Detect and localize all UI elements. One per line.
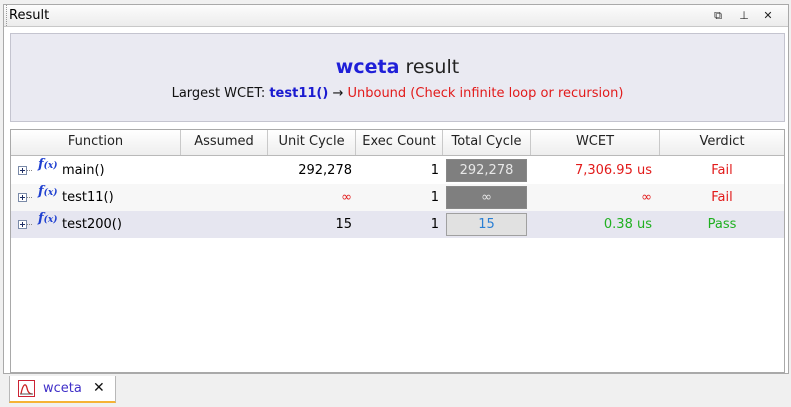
restore-icon[interactable]: ⧉ [710,8,726,24]
view-grip [4,5,7,26]
verdict-cell: Fail [711,163,733,178]
expand-icon[interactable] [18,193,27,202]
function-icon: f(x) [38,184,58,199]
exec-count-cell: 1 [430,217,439,232]
assumed-cell [181,157,268,184]
close-view-icon[interactable]: ✕ [760,8,776,24]
total-cycle-value: 15 [446,213,527,236]
total-cycle-cell: 15 [443,211,531,238]
col-function[interactable]: Function [11,130,181,155]
function-name: test200() [62,217,122,232]
result-header: wceta result Largest WCET: test11() → Un… [10,33,785,122]
tree-connector [27,197,32,198]
unit-cycle-cell: ∞ [341,190,352,205]
verdict-cell: Pass [707,217,737,232]
col-assumed[interactable]: Assumed [181,130,268,155]
expand-icon[interactable] [18,166,27,175]
exec-count-cell: 1 [430,163,439,178]
col-verdict[interactable]: Verdict [660,130,784,155]
function-name: main() [62,163,105,178]
result-table: Function Assumed Unit Cycle Exec Count T… [10,129,785,373]
table-row[interactable]: f(x) main() 292,278 1 292,278 7,306.95 u… [11,157,784,184]
total-cycle-cell: 292,278 [443,157,531,184]
function-icon: f(x) [38,157,58,172]
wceta-chart-icon [18,380,35,397]
col-unit-cycle[interactable]: Unit Cycle [268,130,356,155]
heading-rest: result [399,56,460,78]
view-titlebar: Result ⧉ ⊥ ✕ [4,5,788,27]
tab-wceta[interactable]: wceta ✕ [9,376,116,403]
editor-tab-bar: wceta ✕ [0,376,791,407]
expand-icon[interactable] [18,220,27,229]
wcet-cell: 0.38 us [603,217,652,232]
table-row[interactable]: f(x) test200() 15 1 15 0.38 us Pass [11,211,784,238]
view-title: Result [9,8,50,23]
largest-wcet-line: Largest WCET: test11() → Unbound (Check … [11,86,784,101]
total-cycle-value: ∞ [446,186,527,209]
function-icon: f(x) [38,211,58,226]
tool-name: wceta [335,56,400,78]
result-view: Result ⧉ ⊥ ✕ wceta result Largest WCET: … [3,4,789,374]
largest-wcet-label: Largest WCET: [171,86,270,101]
unit-cycle-cell: 292,278 [298,163,352,178]
col-wcet[interactable]: WCET [531,130,660,155]
table-header: Function Assumed Unit Cycle Exec Count T… [11,130,784,156]
close-tab-icon[interactable]: ✕ [93,380,105,396]
total-cycle-cell: ∞ [443,184,531,211]
assumed-cell [181,184,268,211]
tree-connector [27,170,32,171]
total-cycle-value: 292,278 [446,159,527,182]
pin-icon[interactable]: ⊥ [736,8,752,24]
result-heading: wceta result [11,56,784,78]
arrow-text: → [328,86,348,101]
exec-count-cell: 1 [430,190,439,205]
tree-connector [27,224,32,225]
table-row[interactable]: f(x) test11() ∞ 1 ∞ ∞ Fail [11,184,784,211]
wcet-cell: ∞ [641,190,652,205]
col-exec-count[interactable]: Exec Count [356,130,443,155]
unit-cycle-cell: 15 [335,217,352,232]
wcet-cell: 7,306.95 us [574,163,652,178]
largest-wcet-verdict: Unbound (Check infinite loop or recursio… [347,86,624,101]
col-total-cycle[interactable]: Total Cycle [443,130,531,155]
tab-label: wceta [43,381,82,396]
function-name: test11() [62,190,114,205]
verdict-cell: Fail [711,190,733,205]
assumed-cell [181,211,268,238]
largest-wcet-function: test11() [269,86,329,101]
